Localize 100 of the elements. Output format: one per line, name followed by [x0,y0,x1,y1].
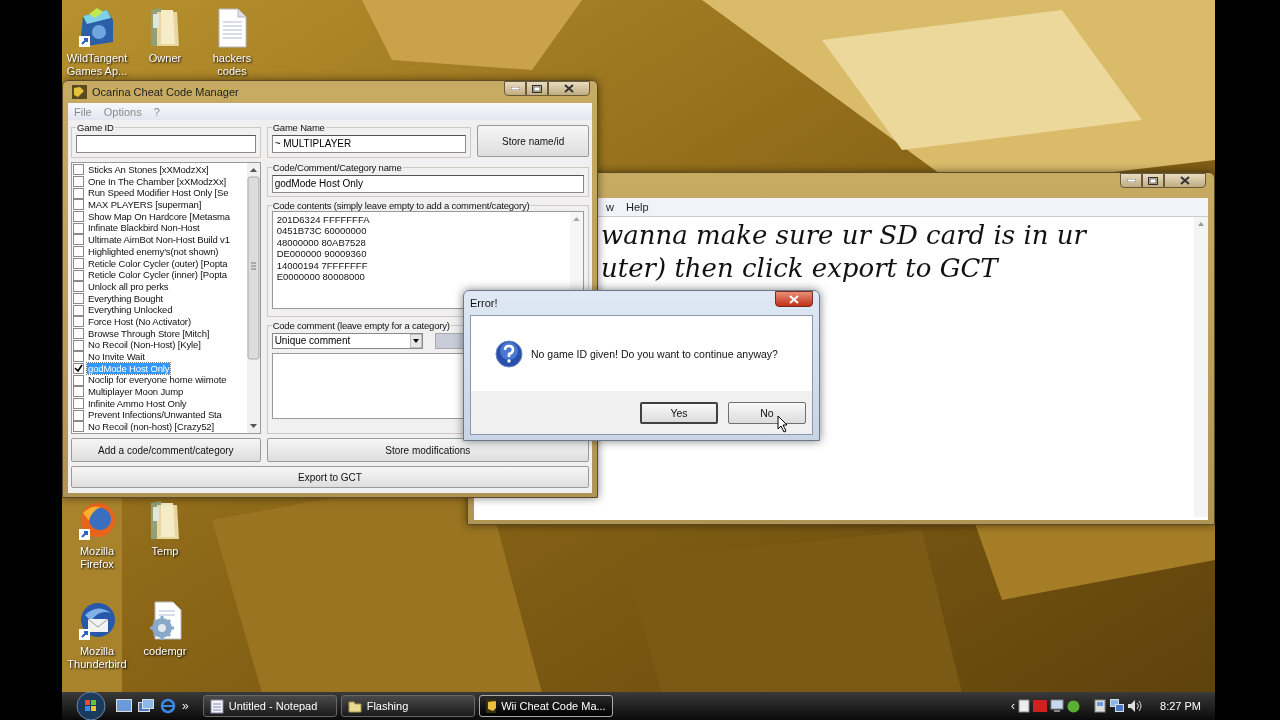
checkbox[interactable] [73,363,84,375]
list-item[interactable]: Browse Through Store [Mitch] [87,327,211,340]
dialog-button[interactable]: Yes [640,401,718,424]
more-button[interactable]: » [182,699,189,713]
checkbox[interactable] [73,199,84,211]
checkbox[interactable] [73,398,84,410]
game-id-field[interactable] [76,134,256,153]
game-name-field[interactable]: ~ MULTIPLAYER [271,134,467,153]
checkbox[interactable] [73,386,84,398]
start-button[interactable] [76,691,106,720]
window-title: Ocarina Cheat Code Manager [92,86,239,98]
checkbox[interactable] [73,187,84,199]
close-icon [564,84,574,93]
checkbox[interactable] [73,374,84,386]
checkbox[interactable] [73,176,84,188]
checkbox[interactable] [73,222,84,234]
close-icon [789,294,799,304]
show-desktop-icon[interactable] [116,699,132,713]
close-button[interactable] [775,291,813,307]
maximize-icon [532,84,542,93]
checkbox[interactable] [73,234,84,246]
list-item[interactable]: Noclip for everyone home wiimote [87,374,228,387]
list-item[interactable]: Ultimate AimBot Non-Host Build v1 [87,234,231,246]
checkbox[interactable] [73,339,84,351]
status-circle-icon[interactable] [1067,699,1081,713]
dialog-message: No game ID given! Do you want to continue anyway? [531,347,778,360]
icon-label[interactable]: codemgr [143,645,187,658]
list-item[interactable]: Show Map On Hardcore [Metasma [87,210,231,223]
maximize-button[interactable] [526,81,548,96]
list-item[interactable]: Prevent Infections/Unwanted Sta [87,409,223,422]
list-item[interactable]: Unlock all pro perks [87,280,170,293]
list-item[interactable]: Everything Unlocked [87,304,174,316]
menu-item[interactable]: w [600,201,620,213]
code-text: 201D6324 FFFFFFFA 0451B73C 60000000 48000000 80AB7528 DE000000 90009360 14000194 7FFFFFFF E0000000 80008000 [275,212,371,284]
cursor-icon [777,415,789,433]
list-item[interactable]: Highlighted enemy's(not shown) [87,245,220,258]
minimize-button[interactable] [504,81,526,96]
name-field[interactable]: godMode Host Only [271,174,584,193]
checkbox[interactable] [73,281,84,293]
list-item[interactable]: MAX PLAYERS [superman] [87,199,203,211]
checkbox[interactable] [73,409,84,421]
maximize-button[interactable] [1142,173,1164,188]
list-item[interactable]: Infinite Ammo Host Only [87,397,188,410]
checkbox[interactable] [73,269,84,281]
taskbar-button[interactable]: Untitled - Notepad [202,695,337,717]
checkbox[interactable] [73,164,84,176]
list-item[interactable]: One In The Chamber [xXModzXx] [87,175,228,188]
icon-label[interactable]: Mozilla Firefox [79,545,115,571]
scrollbar[interactable] [246,163,260,433]
list-item[interactable]: No Recoil (non-host) [Crazy52] [87,421,215,433]
switch-windows-icon[interactable] [138,699,154,713]
globe-icon [77,501,117,541]
menu-item[interactable]: Help [619,201,655,213]
list-item[interactable]: Reticle Color Cycler (outer) [Popta [87,257,229,270]
dialog-button[interactable]: No [728,401,806,424]
caret-icon [409,333,422,348]
list-item[interactable]: Run Speed Modifier Host Only [Se [87,187,230,200]
speaker-icon[interactable] [1127,699,1144,713]
store-modifications-button[interactable]: Store modifications [266,438,589,462]
maximize-icon [1148,176,1158,185]
taskbar-button[interactable]: Flashing [340,695,475,717]
list-item[interactable]: No Invite Wait [87,351,146,363]
document-icon[interactable] [1018,699,1031,713]
scrollbar[interactable] [1194,217,1208,517]
checkbox[interactable] [73,211,84,223]
list-item[interactable]: No Recoil (Non-Host) [Kyle] [87,339,202,351]
mail-icon [77,601,117,641]
monitor-icon[interactable] [1050,699,1065,713]
checkbox[interactable] [73,421,84,433]
browser-icon[interactable] [160,698,176,714]
folder-icon [347,699,362,713]
list-item[interactable]: Multiplayer Moon Jump [87,386,185,398]
checkbox[interactable] [73,316,84,328]
list-item[interactable]: Everything Bought [87,292,165,305]
checkbox[interactable] [73,292,84,304]
store-name-button[interactable]: Store name/id [477,125,589,157]
close-button[interactable] [548,81,590,96]
app-icon [72,85,87,99]
checkbox[interactable] [73,246,84,258]
list-item[interactable]: Force Host (No Activator) [87,315,192,328]
close-button[interactable] [1164,173,1206,188]
add-code-button[interactable]: Add a code/comment/category [71,438,261,462]
group-label: Code/Comment/Category name [271,162,403,173]
checkbox[interactable] [73,304,84,316]
network-icon[interactable] [1110,699,1125,713]
taskbar-button[interactable]: Wii Cheat Code Ma... [478,695,613,717]
list-item[interactable]: Reticle Color Cycler (inner) [Popta [87,269,228,281]
icon-label[interactable]: Mozilla Thunderbird [67,645,127,671]
list-item[interactable]: Sticks An Stones [xXModzXx] [87,164,210,176]
device-icon[interactable] [1093,699,1108,713]
export-button[interactable]: Export to GCT [71,466,589,488]
minimize-button[interactable] [1120,173,1142,188]
list-item[interactable]: Infinate Blackbird Non-Host [87,222,201,235]
checkbox[interactable] [73,327,84,339]
icon-label[interactable]: Temp [151,545,179,558]
tray-expand-button[interactable]: ‹ [1011,699,1016,713]
comment-type-dropdown[interactable]: Unique comment [271,332,423,349]
checkbox[interactable] [73,351,84,363]
clock[interactable]: 8:27 PM [1160,700,1201,712]
checkbox[interactable] [73,257,84,269]
